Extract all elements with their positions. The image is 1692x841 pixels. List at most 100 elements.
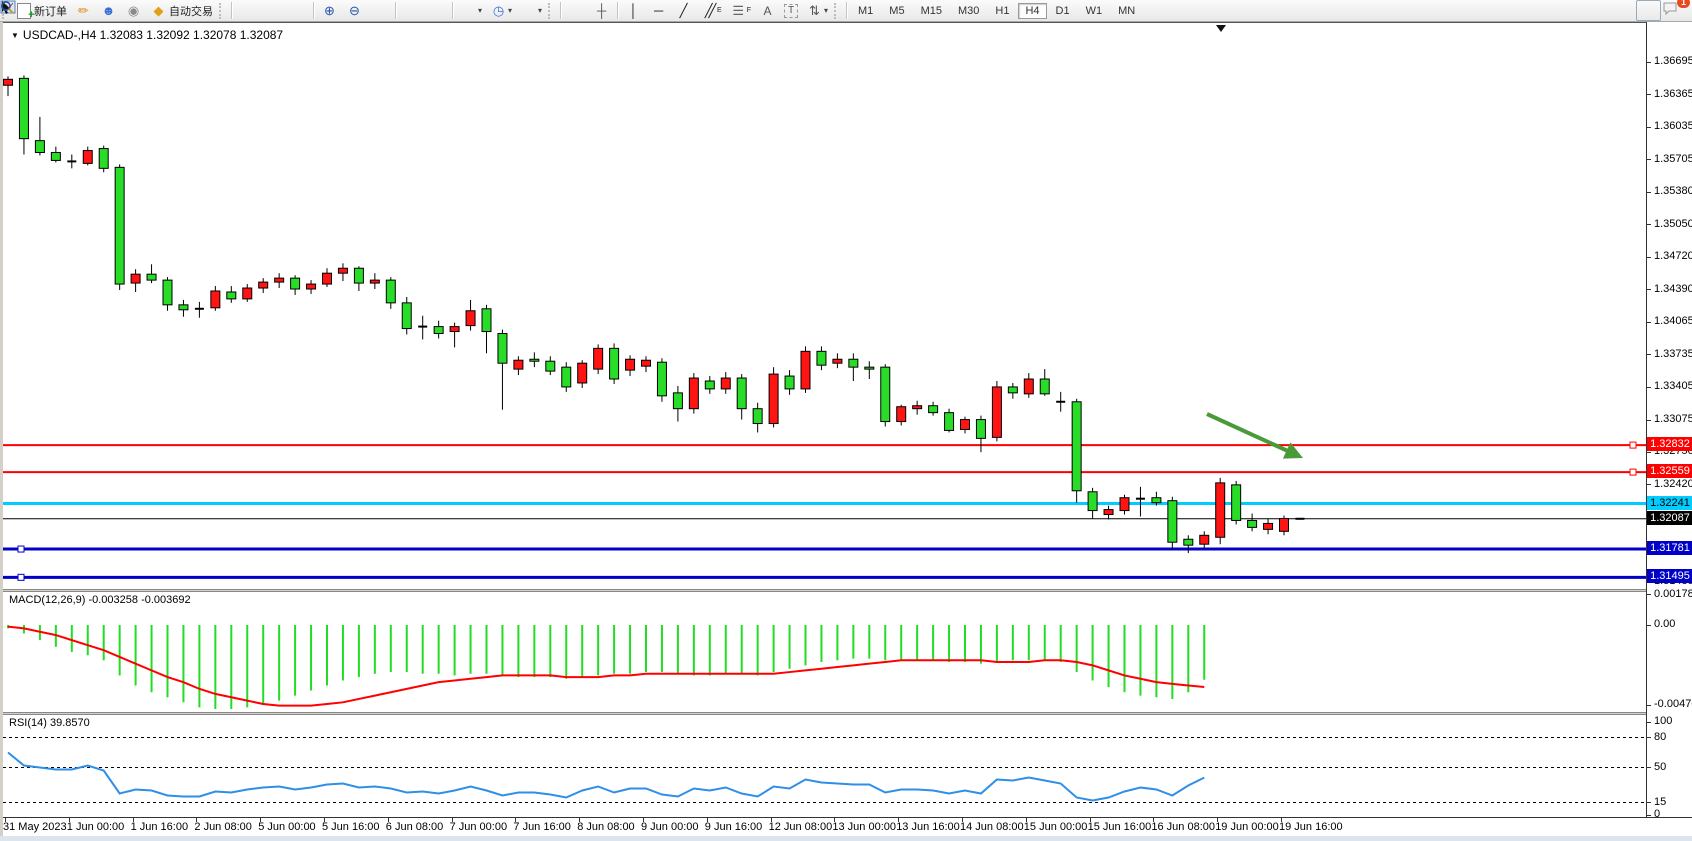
- axis-tick-mark: [1647, 452, 1651, 453]
- channel-icon-sub: E: [717, 7, 722, 14]
- profile-button[interactable]: ☻: [96, 0, 121, 21]
- time-tick-label: 9 Jun 16:00: [705, 821, 763, 833]
- new-order-icon: +: [15, 3, 32, 19]
- macd-panel[interactable]: MACD(12,26,9) -0.003258 -0.003692: [3, 592, 1646, 712]
- level-price-label: 1.32087: [1647, 511, 1692, 525]
- time-tick-label: 7 Jun 00:00: [450, 821, 508, 833]
- time-tick-label: 5 Jun 16:00: [322, 821, 380, 833]
- autotrade-button[interactable]: ◆ 自动交易: [146, 0, 217, 21]
- crayon-icon: ✏: [75, 3, 92, 19]
- vline-tool-button[interactable]: │: [621, 0, 646, 21]
- toolbar-separator: [846, 2, 847, 19]
- timeframe-h4[interactable]: H4: [1018, 3, 1046, 19]
- candle-chart-button[interactable]: [260, 0, 285, 21]
- cursor-icon: [568, 3, 585, 19]
- timeframe-m15[interactable]: M15: [914, 3, 949, 19]
- chart-shift-marker[interactable]: [1216, 25, 1226, 32]
- zoom-in-button[interactable]: ⊕: [317, 0, 342, 21]
- chart-dropdown-icon[interactable]: ▼: [11, 31, 19, 40]
- time-tick-label: 8 Jun 08:00: [577, 821, 635, 833]
- profile-icon: ☻: [100, 3, 117, 19]
- time-axis[interactable]: 31 May 20231 Jun 00:001 Jun 16:002 Jun 0…: [3, 817, 1692, 836]
- autotrade-label: 自动交易: [169, 3, 213, 19]
- level-price-label: 1.32559: [1647, 464, 1692, 478]
- search-button[interactable]: [1636, 0, 1661, 21]
- periods-button[interactable]: ◷▾: [486, 0, 516, 21]
- templates-button[interactable]: ▾: [516, 0, 546, 21]
- time-tick-label: 31 May 2023: [3, 821, 67, 833]
- chart-shift-button[interactable]: [424, 0, 449, 21]
- axis-tick-mark: [1647, 257, 1651, 258]
- axis-tick-mark: [1647, 127, 1651, 128]
- price-tick: 1.33735: [1654, 348, 1692, 360]
- time-tick-label: 15 Jun 16:00: [1088, 821, 1152, 833]
- timeframe-mn[interactable]: MN: [1111, 3, 1142, 19]
- level-price-label: 1.32832: [1647, 437, 1692, 451]
- new-order-button[interactable]: + 新订单: [11, 0, 71, 21]
- trendline-tool-button[interactable]: ╱: [671, 0, 696, 21]
- channel-icon: ╱╱: [700, 3, 717, 19]
- chart-shift-icon: [428, 3, 445, 19]
- auto-scroll-icon: [403, 3, 420, 19]
- rsi-panel[interactable]: RSI(14) 39.8570: [3, 715, 1646, 817]
- axis-tick-mark: [1647, 62, 1651, 63]
- cursor-tool-button[interactable]: [564, 0, 589, 21]
- axis-tick-mark: [1647, 802, 1651, 803]
- candlestick-canvas[interactable]: [3, 23, 1646, 590]
- price-axis[interactable]: 1.366951.363651.360351.357051.353801.350…: [1646, 22, 1692, 817]
- time-tick-label: 14 Jun 08:00: [960, 821, 1024, 833]
- ohlc-readout: USDCAD-,H4 1.32083 1.32092 1.32078 1.320…: [23, 28, 283, 42]
- timeframe-m5[interactable]: M5: [882, 3, 911, 19]
- hline-tool-button[interactable]: ─: [646, 0, 671, 21]
- timeframe-m1[interactable]: M1: [851, 3, 880, 19]
- candle-chart-icon: [264, 3, 281, 19]
- timeframe-d1[interactable]: D1: [1049, 3, 1077, 19]
- price-chart-panel[interactable]: ▼ USDCAD-,H4 1.32083 1.32092 1.32078 1.32…: [3, 22, 1646, 590]
- zoom-in-icon: ⊕: [321, 3, 338, 19]
- dropdown-caret-icon: ▾: [824, 6, 828, 15]
- toolbar-separator: [395, 2, 396, 19]
- timeframe-w1[interactable]: W1: [1079, 3, 1110, 19]
- crosshair-tool-button[interactable]: ┼: [589, 0, 614, 21]
- dropdown-caret-icon: ▾: [508, 6, 512, 15]
- price-tick: 1.34390: [1654, 283, 1692, 295]
- bar-chart-button[interactable]: [235, 0, 260, 21]
- auto-scroll-button[interactable]: [399, 0, 424, 21]
- channel-tool-button[interactable]: ╱╱E: [696, 0, 726, 21]
- crosshair-icon: ┼: [593, 3, 610, 19]
- time-tick-label: 13 Jun 16:00: [896, 821, 960, 833]
- arrows-tool-button[interactable]: ⇅▾: [802, 0, 832, 21]
- price-tick: 1.34720: [1654, 250, 1692, 262]
- time-tick-label: 9 Jun 00:00: [641, 821, 699, 833]
- text-tool-button[interactable]: A: [755, 0, 780, 21]
- signals-button[interactable]: ◉: [121, 0, 146, 21]
- tile-windows-button[interactable]: [367, 0, 392, 21]
- zoom-out-button[interactable]: ⊖: [342, 0, 367, 21]
- toolbar-grip: [219, 3, 226, 19]
- fibonacci-tool-button[interactable]: ☰F: [726, 0, 755, 21]
- horizontal-line-icon: ─: [650, 3, 667, 19]
- line-chart-button[interactable]: [285, 0, 310, 21]
- chart-window: ▼ USDCAD-,H4 1.32083 1.32092 1.32078 1.32…: [3, 22, 1692, 836]
- time-tick-label: 16 Jun 08:00: [1151, 821, 1215, 833]
- dropdown-caret-icon: ▾: [478, 6, 482, 15]
- label-tool-button[interactable]: T: [780, 0, 802, 21]
- indicators-icon: +: [460, 3, 477, 19]
- axis-tick-mark: [1647, 722, 1651, 723]
- indicators-button[interactable]: +▾: [456, 0, 486, 21]
- price-tick: 1.36035: [1654, 120, 1692, 132]
- timeframe-m30[interactable]: M30: [951, 3, 986, 19]
- crayon-button[interactable]: ✏: [71, 0, 96, 21]
- rsi-canvas[interactable]: [3, 715, 1646, 817]
- timeframe-h1[interactable]: H1: [988, 3, 1016, 19]
- axis-tick-mark: [1647, 387, 1651, 388]
- fibonacci-icon: ☰: [730, 3, 747, 19]
- dropdown-caret-icon: ▾: [538, 6, 542, 15]
- macd-axis-tick: -0.004763: [1654, 698, 1692, 710]
- macd-canvas[interactable]: [3, 592, 1646, 712]
- rsi-axis-tick: 80: [1654, 731, 1666, 743]
- macd-axis-tick: 0.00: [1654, 618, 1675, 630]
- axis-tick-mark: [1647, 420, 1651, 421]
- notifications-button[interactable]: 1: [1661, 0, 1686, 21]
- price-tick: 1.33075: [1654, 413, 1692, 425]
